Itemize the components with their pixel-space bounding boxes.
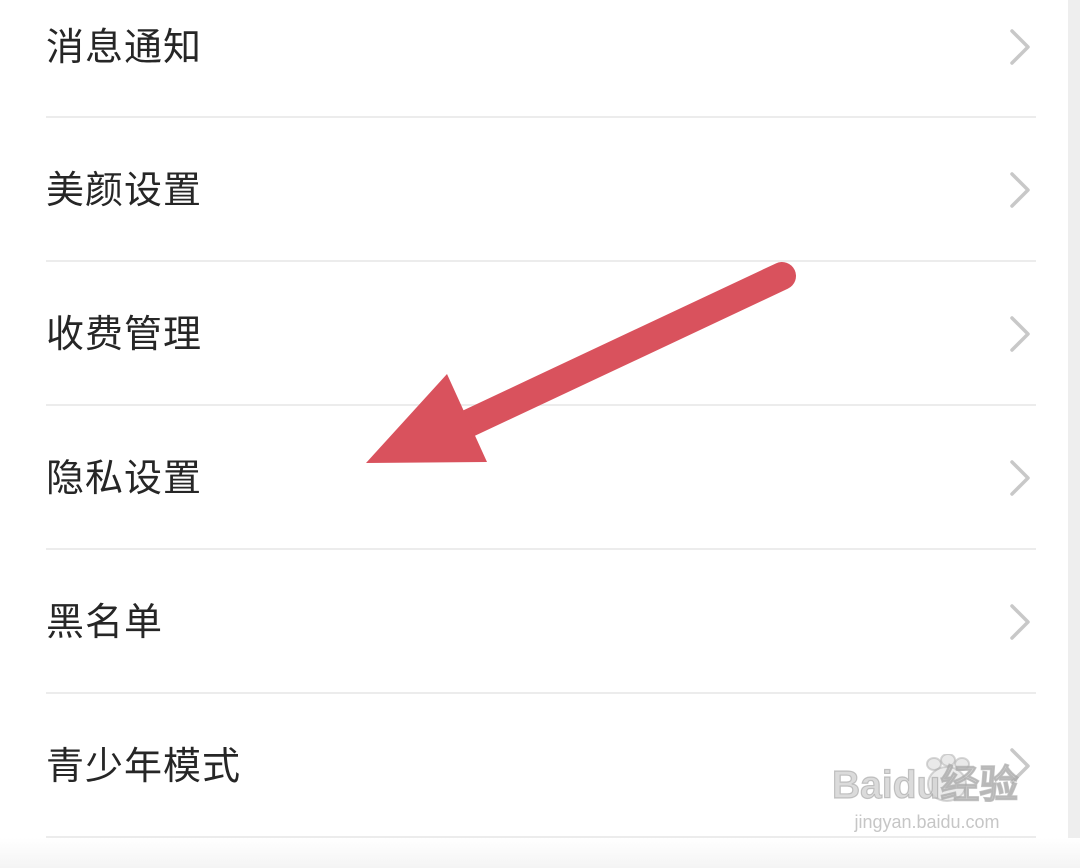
settings-list: 消息通知 美颜设置 收费管理 隐私设置 黑名单 青少年模式 <box>0 0 1068 868</box>
chevron-right-icon <box>1010 316 1030 352</box>
chevron-right-icon <box>1010 604 1030 640</box>
settings-item-label: 消息通知 <box>46 25 203 69</box>
settings-item-label: 收费管理 <box>46 312 203 356</box>
watermark-logo-text: Baidu经验 <box>832 764 1018 807</box>
settings-item-beauty-settings[interactable]: 美颜设置 <box>0 118 1068 262</box>
settings-item-label: 美颜设置 <box>46 168 203 212</box>
chevron-right-icon <box>1010 460 1030 496</box>
scroll-edge <box>1068 0 1080 868</box>
settings-item-label: 青少年模式 <box>46 744 242 788</box>
settings-item-message-notification[interactable]: 消息通知 <box>0 0 1068 119</box>
settings-item-privacy-settings[interactable]: 隐私设置 <box>0 406 1068 550</box>
chevron-right-icon <box>1010 172 1030 208</box>
settings-item-fee-management[interactable]: 收费管理 <box>0 262 1068 406</box>
baidu-logo-icon: Baidu经验 <box>832 754 1019 808</box>
settings-item-label: 黑名单 <box>46 600 164 644</box>
settings-item-blacklist[interactable]: 黑名单 <box>0 550 1068 694</box>
chevron-right-icon <box>1010 29 1030 65</box>
watermark-url: jingyan.baidu.com <box>854 812 1000 832</box>
settings-screen: 消息通知 美颜设置 收费管理 隐私设置 黑名单 青少年模式 Baidu经验 ji… <box>0 0 1080 868</box>
baidu-jingyan-watermark: Baidu经验 jingyan.baidu.com <box>832 754 1022 844</box>
settings-item-label: 隐私设置 <box>46 456 203 500</box>
